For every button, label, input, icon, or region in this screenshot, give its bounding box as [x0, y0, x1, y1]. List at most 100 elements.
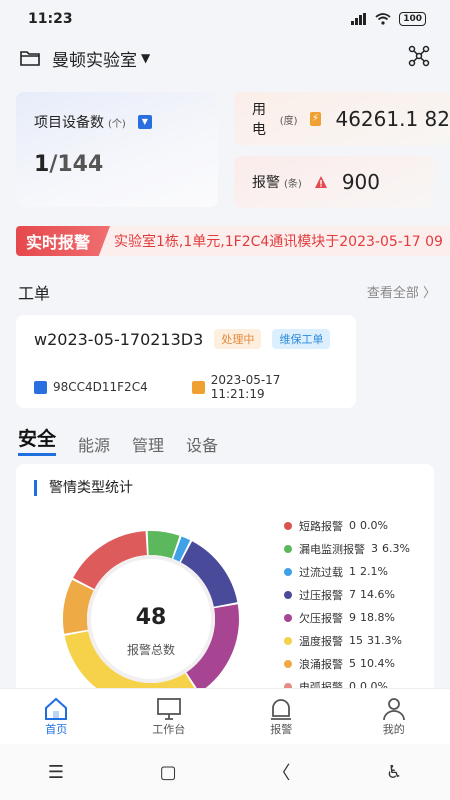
legend-count: 9: [349, 611, 356, 624]
alarm-type-donut-chart: 48 报警总数: [62, 531, 240, 704]
nav-home-label: 首页: [45, 722, 68, 736]
donut-center-value: 48: [136, 605, 167, 630]
alarm-count-card[interactable]: 报警 (条) 900: [234, 156, 434, 208]
clock-icon: [191, 380, 205, 394]
warning-icon: [314, 176, 327, 188]
system-navigation-bar: ☰ ▢ 〈 ♿: [0, 744, 450, 800]
nav-profile[interactable]: 我的: [354, 697, 434, 737]
nav-alarm[interactable]: 报警: [241, 697, 321, 737]
work-order-device: 98CC4D11F2C4: [52, 380, 148, 394]
realtime-alarm-text: 实验室1栋,1单元,1F2C4通讯模块于2023-05-17 09: [114, 234, 443, 250]
realtime-alarm-ticker[interactable]: 实时报警 实验室1栋,1单元,1F2C4通讯模块于2023-05-17 09: [16, 226, 450, 256]
alarm-type-stats-card: 警情类型统计 48 报警总数 短路报警 0 0.0% 漏电监测报警 3 6.3% 过流过载 1…: [16, 464, 434, 704]
legend-item: 漏电监测报警 3 6.3%: [284, 537, 410, 560]
legend-count: 0: [349, 519, 356, 532]
legend-count: 3: [371, 542, 378, 555]
legend-label: 漏电监测报警: [299, 542, 365, 556]
order-type-badge: 维保工单: [272, 329, 331, 349]
back-icon[interactable]: 〈: [272, 759, 290, 785]
tab-energy[interactable]: 能源: [78, 432, 110, 456]
legend-label: 浪涌报警: [299, 657, 343, 671]
legend-item: 欠压报警 9 18.8%: [284, 606, 410, 629]
device-count-card[interactable]: 项目设备数 (个) ▼ 1/144: [16, 92, 218, 207]
accessibility-icon[interactable]: ♿: [386, 762, 402, 783]
legend-label: 欠压报警: [299, 611, 343, 625]
device-icon: [34, 380, 47, 394]
caret-down-icon[interactable]: ▼: [141, 51, 150, 65]
power-value: 46261.1 82: [335, 107, 450, 131]
legend-swatch: [284, 521, 292, 530]
lightning-icon: ⚡: [309, 112, 322, 126]
device-count-unit: (个): [108, 118, 126, 130]
power-usage-card[interactable]: 用电 (度) ⚡ 46261.1 82: [234, 92, 450, 146]
status-bar: 11:23 100: [0, 0, 450, 38]
legend-percent: 2.1%: [360, 565, 388, 578]
dropdown-icon[interactable]: ▼: [137, 115, 152, 129]
app-header: 曼顿实验室 ▼: [0, 40, 450, 76]
monitor-icon: [156, 697, 181, 720]
legend-percent: 0.0%: [360, 519, 388, 532]
legend-percent: 31.3%: [367, 634, 402, 647]
legend-percent: 18.8%: [360, 611, 395, 624]
legend-label: 温度报警: [299, 634, 343, 648]
legend-swatch: [284, 636, 292, 645]
legend-swatch: [284, 659, 292, 668]
legend-count: 1: [349, 565, 356, 578]
nav-alarm-label: 报警: [270, 722, 293, 736]
network-topology-icon[interactable]: [408, 45, 430, 71]
power-unit: (度): [279, 115, 298, 127]
user-icon: [382, 697, 405, 720]
home-square-icon[interactable]: ▢: [160, 762, 177, 783]
chart-legend: 短路报警 0 0.0% 漏电监测报警 3 6.3% 过流过载 1 2.1% 过压报警 7 14.6% 欠…: [284, 514, 410, 698]
tab-devices[interactable]: 设备: [186, 432, 218, 456]
legend-item: 短路报警 0 0.0%: [284, 514, 410, 537]
nav-workbench[interactable]: 工作台: [129, 697, 209, 737]
legend-label: 过流过载: [299, 565, 343, 579]
device-count-label: 项目设备数: [34, 115, 104, 131]
legend-percent: 6.3%: [382, 542, 410, 555]
legend-swatch: [284, 544, 292, 553]
status-badge: 处理中: [214, 329, 262, 349]
legend-item: 过流过载 1 2.1%: [284, 560, 410, 583]
power-label: 用电: [252, 102, 266, 138]
battery-icon: 100: [399, 12, 426, 26]
home-icon: [45, 697, 68, 720]
legend-item: 浪涌报警 5 10.4%: [284, 652, 410, 675]
legend-count: 5: [349, 657, 356, 670]
work-order-time: 2023-05-17 11:21:19: [210, 373, 281, 401]
legend-percent: 10.4%: [360, 657, 395, 670]
stats-card-title: 警情类型统计: [34, 480, 416, 496]
legend-item: 过压报警 7 14.6%: [284, 583, 410, 606]
legend-label: 过压报警: [299, 588, 343, 602]
legend-swatch: [284, 590, 292, 599]
signal-icon: [351, 13, 367, 25]
folder-icon[interactable]: [20, 49, 40, 67]
work-order-id: w2023-05-170213D3: [34, 330, 204, 349]
status-time: 11:23: [28, 11, 73, 27]
legend-swatch: [284, 613, 292, 622]
tab-management[interactable]: 管理: [132, 432, 164, 456]
bell-icon: [271, 698, 292, 720]
project-selector[interactable]: 曼顿实验室: [52, 46, 137, 71]
legend-label: 短路报警: [299, 519, 343, 533]
nav-profile-label: 我的: [382, 722, 405, 736]
legend-item: 温度报警 15 31.3%: [284, 629, 410, 652]
nav-workbench-label: 工作台: [152, 722, 186, 736]
tab-safety[interactable]: 安全: [18, 424, 57, 456]
view-all-link[interactable]: 查看全部 〉: [367, 282, 436, 301]
wifi-icon: [375, 13, 391, 25]
work-order-card[interactable]: w2023-05-170213D3 处理中 维保工单 98CC4D11F2C4 …: [16, 315, 356, 408]
bottom-navigation: 首页 工作台 报警 我的: [0, 688, 450, 744]
alarm-label: 报警: [252, 175, 280, 191]
device-online-value: 1: [34, 152, 50, 177]
device-total-value: /144: [49, 152, 104, 177]
legend-count: 15: [349, 634, 363, 647]
alarm-value: 900: [341, 170, 380, 194]
work-order-section-title: 工单: [18, 284, 51, 303]
category-tabs: 安全 能源 管理 设备: [18, 424, 218, 456]
legend-count: 7: [349, 588, 356, 601]
legend-swatch: [284, 567, 292, 576]
donut-center-label: 报警总数: [127, 642, 175, 657]
menu-icon[interactable]: ☰: [48, 762, 64, 783]
nav-home[interactable]: 首页: [16, 697, 96, 737]
